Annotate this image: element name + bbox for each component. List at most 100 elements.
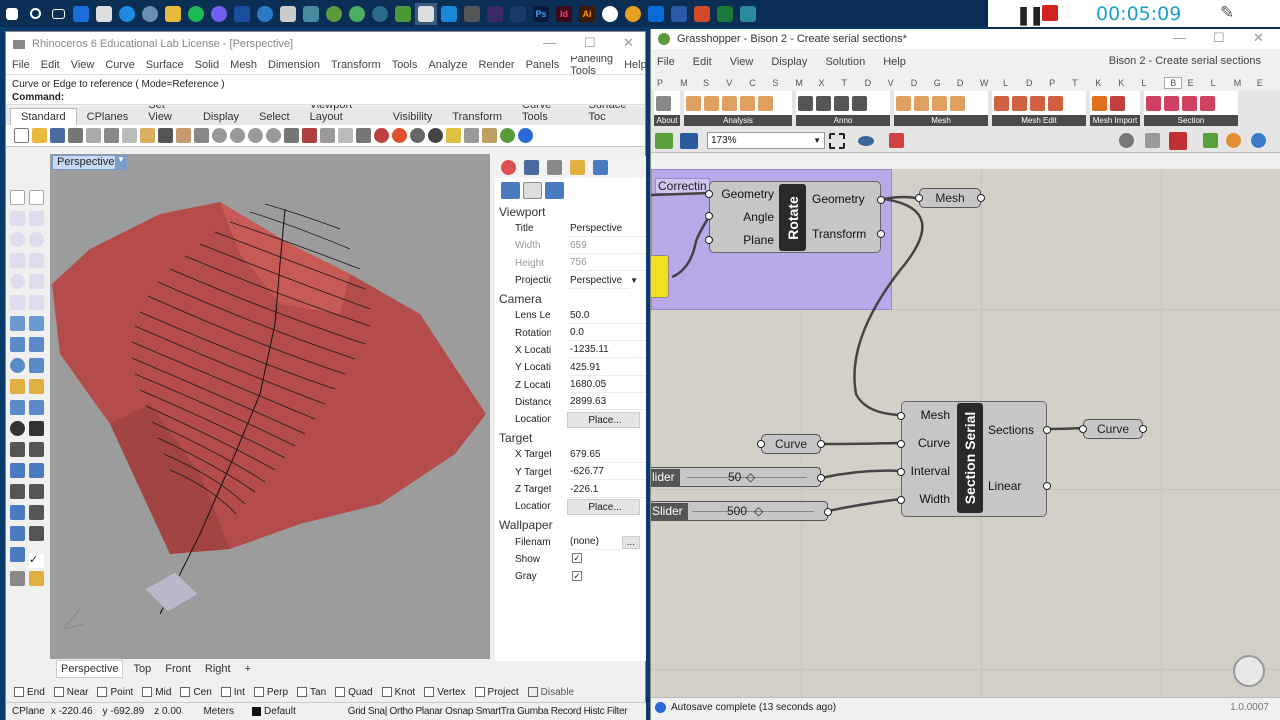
spotify-icon[interactable] [185,3,207,25]
cat-tab[interactable]: G [934,78,957,88]
surface2-icon[interactable] [29,315,44,331]
chrome-icon[interactable] [622,3,644,25]
zoom-extents-icon[interactable] [829,132,845,149]
cat-tab[interactable]: C [749,78,772,88]
select-arrow-icon[interactable] [10,189,25,205]
outlook-icon-2[interactable] [645,3,667,25]
light-icon[interactable] [446,128,461,143]
save-icon[interactable] [50,128,65,143]
display-props-icon[interactable] [545,181,564,199]
cat-tab[interactable]: K [1095,78,1118,88]
ellipse-icon[interactable] [29,231,44,247]
show-checkbox[interactable]: ✓ [572,553,582,564]
cplane-icon[interactable] [302,128,317,143]
command-prompt[interactable]: Command: [12,91,639,104]
analysis-tool-icon[interactable] [704,95,719,111]
leader-icon[interactable] [29,504,44,520]
status-toggles[interactable]: Grid Sna| Ortho Planar Osnap SmartTra Gu… [348,706,628,717]
material-preview-icon[interactable] [1226,133,1241,148]
cat-tab[interactable]: T [842,78,865,88]
check-icon[interactable]: ✓ [29,553,44,568]
gh-menu-edit[interactable]: Edit [693,56,712,68]
array-icon[interactable] [10,483,25,499]
lock-icon[interactable] [356,128,371,143]
zoom-selected-icon[interactable] [266,128,281,143]
tab-select[interactable]: Select [249,109,300,125]
indesign-icon[interactable]: Id [553,3,575,25]
open-icon[interactable] [32,128,47,143]
curve-icon[interactable] [10,252,25,268]
shaded-icon[interactable] [410,128,425,143]
sketch-icon[interactable] [889,133,904,148]
input-port[interactable] [897,440,905,448]
menu-analyze[interactable]: Analyze [428,59,467,71]
osnap-knot[interactable]: Knot [381,687,415,698]
menu-transform[interactable]: Transform [331,59,381,71]
osnap-mid[interactable]: Mid [142,687,171,698]
cat-tab[interactable]: S [703,78,726,88]
mesh-param[interactable]: Mesh [919,188,981,208]
menu-view[interactable]: View [71,59,95,71]
width-slider[interactable]: Slider 500 ◇ [651,501,828,521]
options2-icon[interactable] [482,128,497,143]
point-icon[interactable] [29,189,44,205]
rotate-input-angle[interactable]: Angle [743,210,774,224]
osnap-near[interactable]: Near [53,687,88,698]
rush-icon[interactable] [484,3,506,25]
pen-icon[interactable]: ✎ [1220,3,1234,23]
preview-mode-icon[interactable] [1119,133,1134,148]
input-port[interactable] [897,412,905,420]
edge-icon[interactable] [116,3,138,25]
block-icon[interactable] [29,525,44,541]
windows-start-icon[interactable] [1,3,23,25]
x-location-field[interactable]: -1235.11 [567,342,646,359]
target-place-button[interactable]: Place... [567,498,640,515]
mesh-tool-icon[interactable] [896,95,911,111]
dimension-icon[interactable] [10,504,25,520]
explode-icon[interactable] [29,462,44,478]
cat-tab[interactable]: L [1003,78,1026,88]
cat-tab[interactable]: T [1072,78,1095,88]
new-icon[interactable] [14,128,29,143]
gray-checkbox[interactable]: ✓ [572,570,582,581]
output-port[interactable] [1043,426,1051,434]
illustrator-icon[interactable]: Ai [576,3,598,25]
cat-tab[interactable]: E [1188,78,1211,88]
command-area[interactable]: Curve or Edge to reference ( Mode=Refere… [6,74,645,105]
pan-icon[interactable] [176,128,191,143]
cat-tab[interactable]: D [911,78,934,88]
join-icon[interactable] [10,462,25,478]
section-output-sections[interactable]: Sections [988,423,1034,437]
filename-field[interactable]: (none) [567,534,622,551]
mesh-tool-icon[interactable] [914,95,929,111]
slider-handle[interactable]: ◇ [754,504,763,518]
analysis-tool-icon[interactable] [758,95,773,111]
output-port[interactable] [1139,425,1147,433]
extrude-icon[interactable] [10,336,25,352]
close-icon[interactable]: ✕ [623,35,634,51]
video-icon[interactable] [231,3,253,25]
y-target-field[interactable]: -626.77 [567,464,646,481]
render-icon[interactable] [392,128,407,143]
camera-place-button[interactable]: Place... [567,411,640,428]
browse-button[interactable]: ... [621,535,640,549]
about-icon[interactable] [656,95,671,111]
search-icon[interactable] [24,3,46,25]
menu-dimension[interactable]: Dimension [268,59,320,71]
paste-icon[interactable] [140,128,155,143]
perspective-viewport[interactable]: Perspective ▼ [50,154,490,659]
cat-tab[interactable]: D [957,78,980,88]
osnap-quad[interactable]: Quad [335,687,373,698]
undo-icon[interactable] [158,128,173,143]
cat-tab[interactable]: D [865,78,888,88]
section-tool-icon[interactable] [1182,95,1197,111]
osnap-vertex[interactable]: Vertex [424,687,466,698]
anno-tool-icon[interactable] [834,95,849,111]
gh-menu-solution[interactable]: Solution [825,56,865,68]
mesh-edit-icon[interactable] [1012,95,1027,111]
material-panel-icon[interactable] [524,159,539,175]
gh-menu-help[interactable]: Help [883,56,906,68]
cat-tab-bison[interactable]: B [1164,77,1183,89]
cat-tab[interactable]: P [657,78,680,88]
anno-tool-icon[interactable] [852,95,867,111]
